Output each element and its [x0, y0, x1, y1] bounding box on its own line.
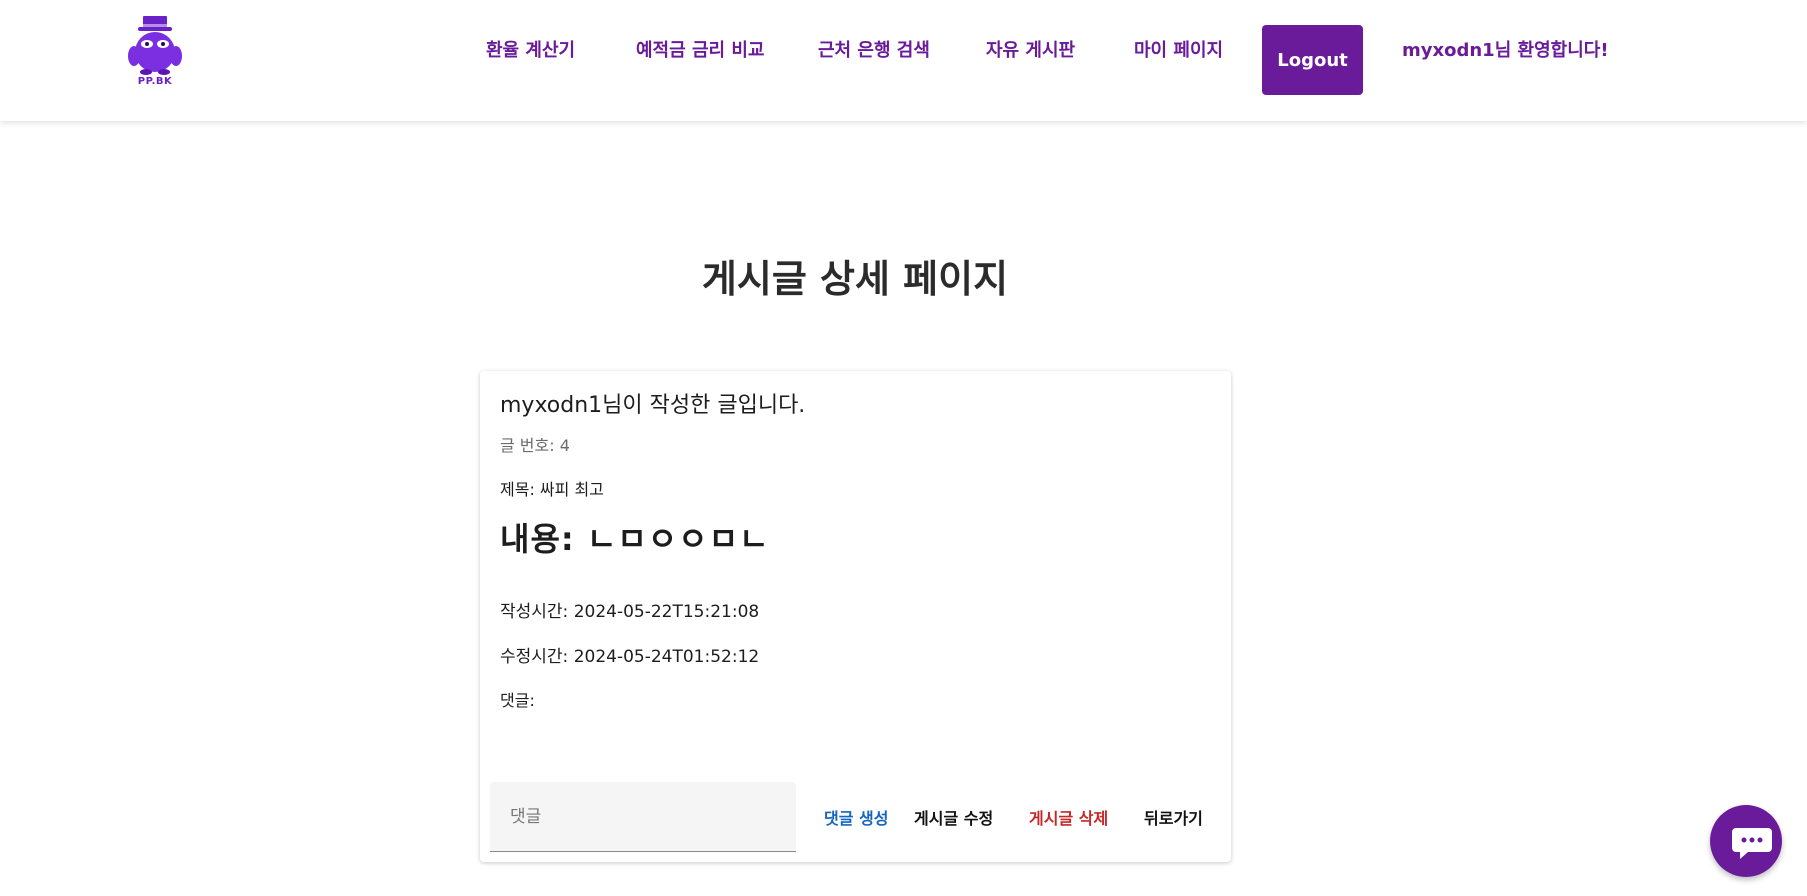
post-created-time: 작성시간: 2024-05-22T15:21:08 — [500, 602, 760, 622]
comment-input[interactable] — [490, 782, 796, 852]
back-button[interactable]: 뒤로가기 — [1140, 801, 1207, 833]
nav-exchange-calculator[interactable]: 환율 계산기 — [486, 36, 575, 62]
post-updated-time: 수정시간: 2024-05-24T01:52:12 — [500, 647, 760, 667]
welcome-message: myxodn1님 환영합니다! — [1402, 40, 1609, 61]
page-title: 게시글 상세 페이지 — [701, 257, 1009, 301]
post-content: 내용: ㄴㅁㅇㅇㅁㄴ — [500, 520, 770, 558]
edit-post-button[interactable]: 게시글 수정 — [910, 801, 997, 833]
create-comment-button[interactable]: 댓글 생성 — [820, 801, 892, 833]
logo-text: PP.BK — [137, 76, 173, 87]
comments-label: 댓글: — [500, 691, 535, 710]
delete-post-button[interactable]: 게시글 삭제 — [1025, 801, 1112, 833]
chat-bubble-icon — [1732, 828, 1772, 859]
post-detail-card: myxodn1님이 작성한 글입니다. 글 번호: 4 제목: 싸피 최고 내용… — [480, 371, 1231, 862]
chat-button[interactable] — [1710, 805, 1782, 877]
logout-button[interactable]: Logout — [1262, 25, 1363, 95]
site-logo[interactable]: PP.BK — [126, 14, 184, 92]
post-number: 글 번호: 4 — [500, 436, 570, 455]
mascot-logo-icon — [128, 16, 182, 75]
post-author-line: myxodn1님이 작성한 글입니다. — [500, 393, 806, 418]
nav-interest-compare[interactable]: 예적금 금리 비교 — [636, 36, 764, 62]
nav-my-page[interactable]: 마이 페이지 — [1134, 36, 1223, 62]
top-navbar: PP.BK 환율 계산기 예적금 금리 비교 근처 은행 검색 자유 게시판 마… — [0, 0, 1807, 121]
nav-free-board[interactable]: 자유 게시판 — [986, 36, 1075, 62]
nav-nearby-bank-search[interactable]: 근처 은행 검색 — [818, 36, 930, 62]
post-title: 제목: 싸피 최고 — [500, 480, 604, 499]
